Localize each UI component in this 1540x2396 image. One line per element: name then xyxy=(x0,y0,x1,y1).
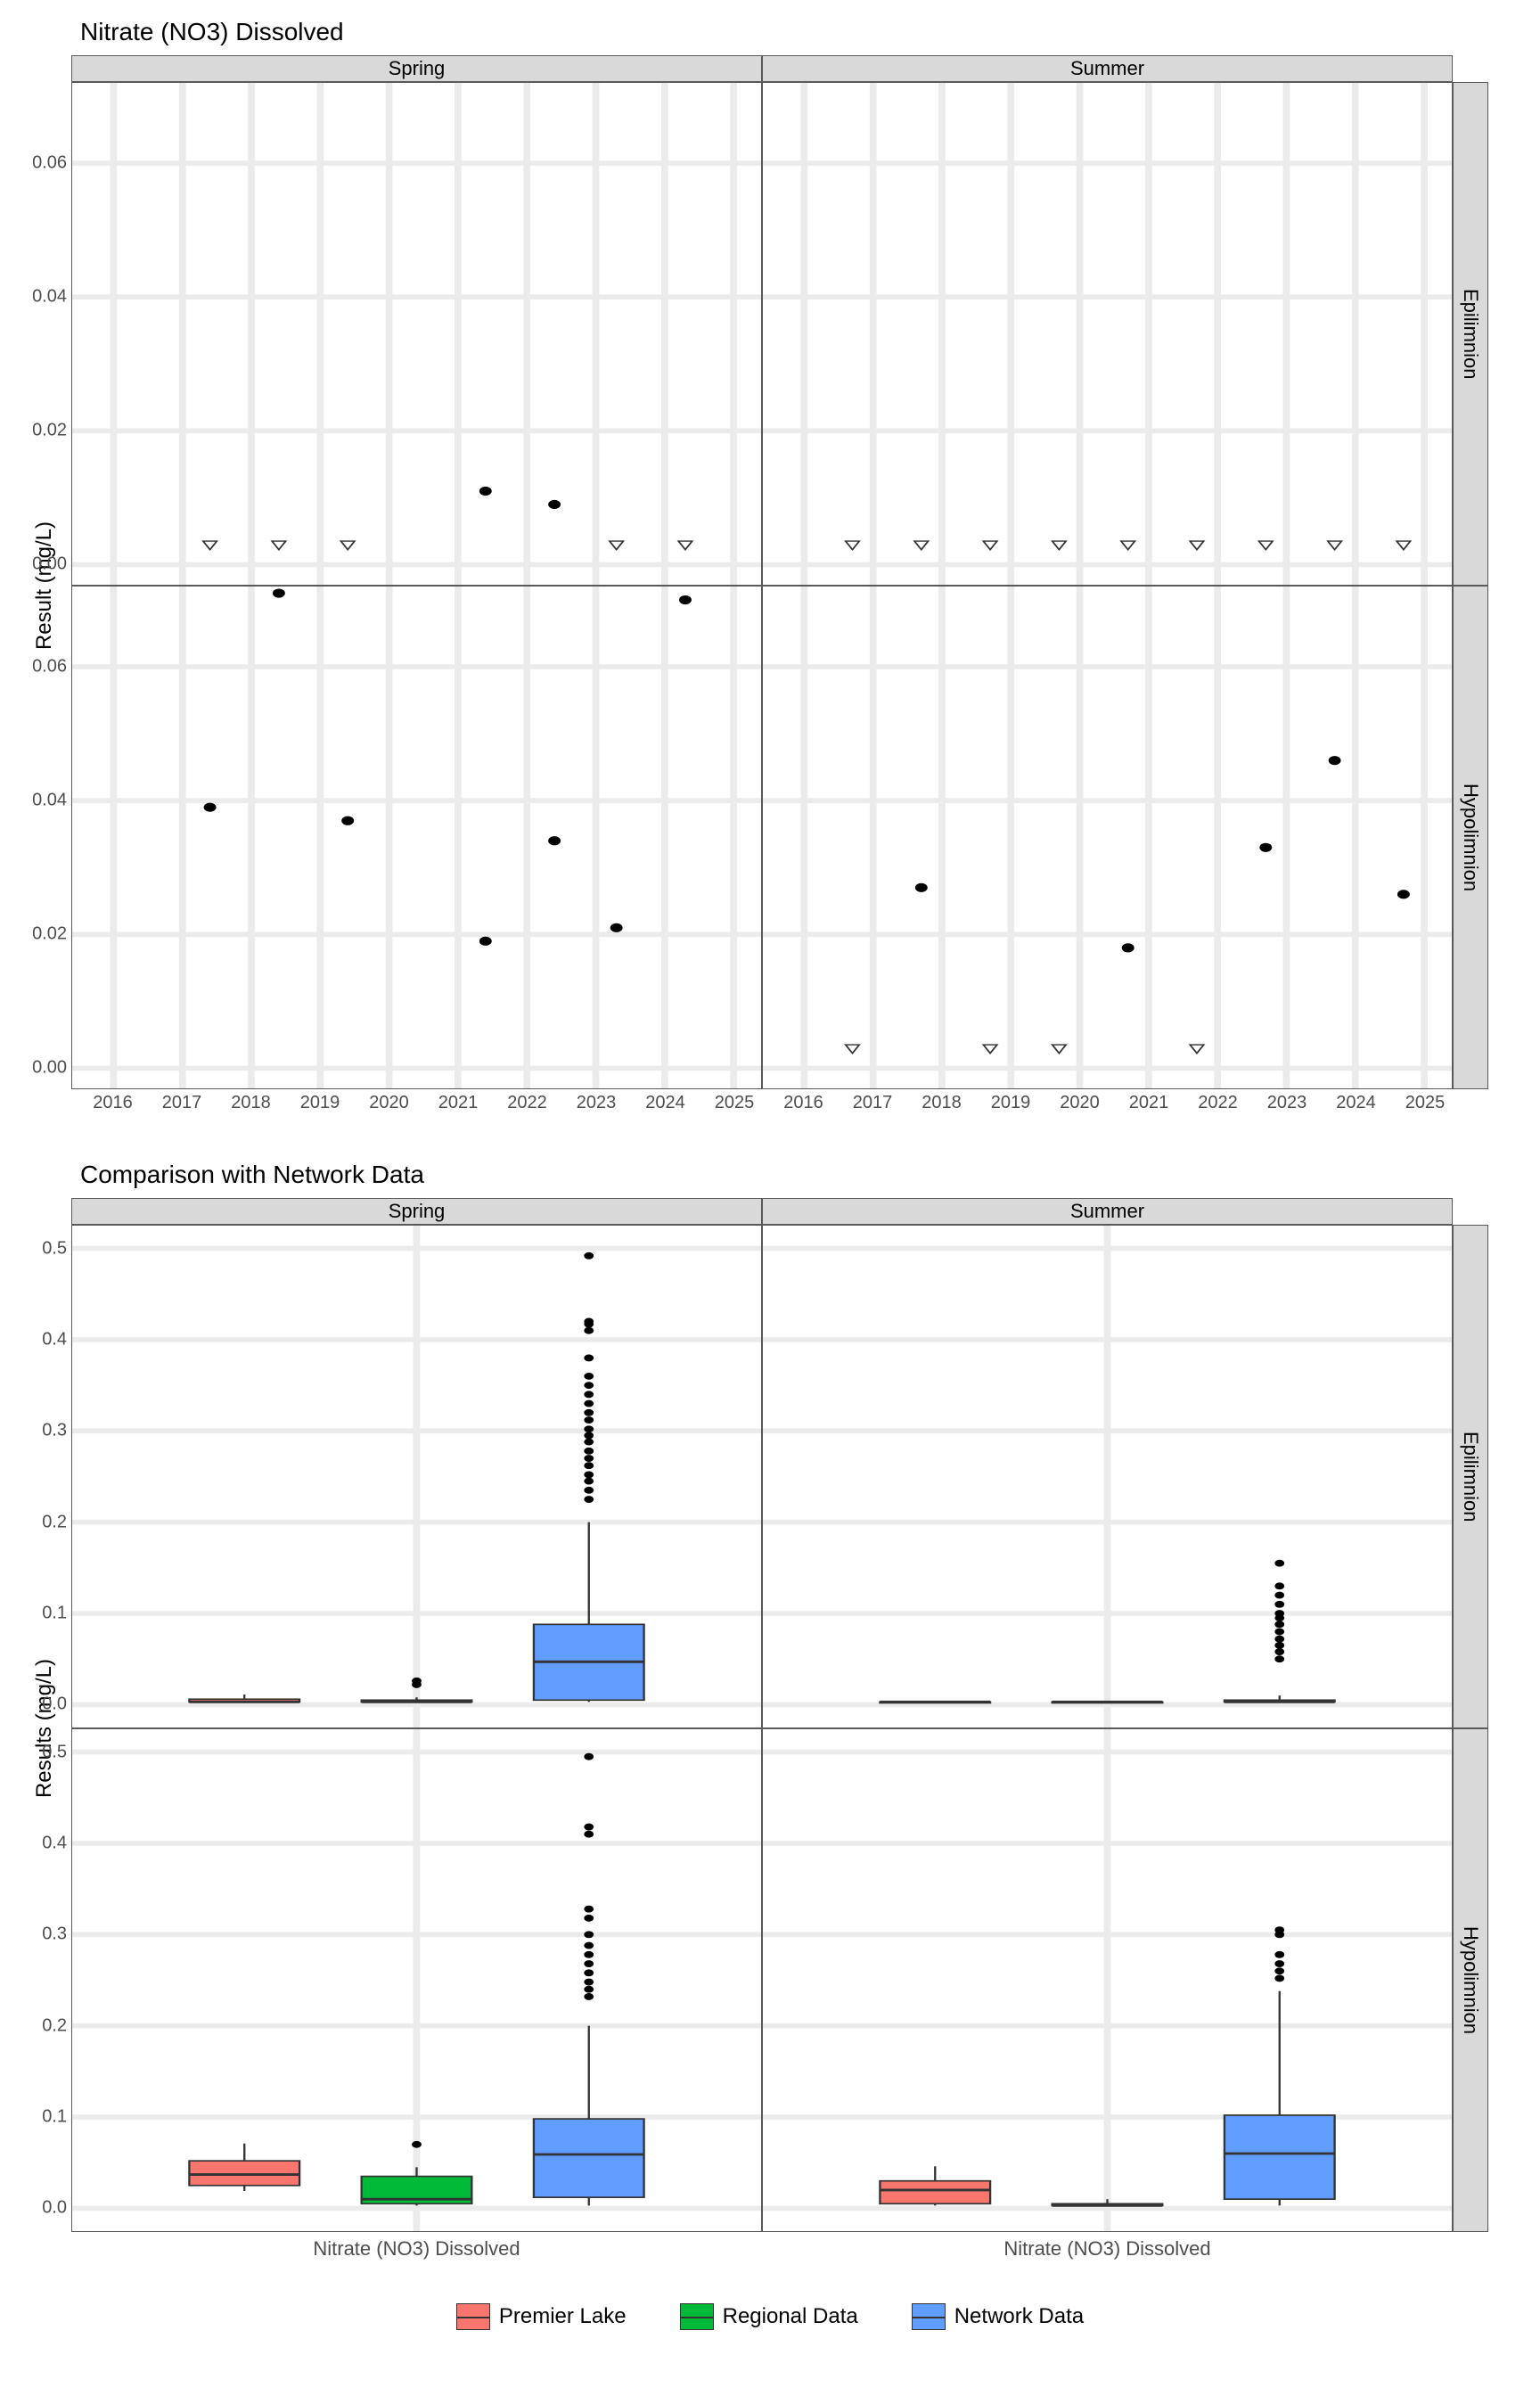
panel-summer-epi xyxy=(762,82,1453,586)
legend-key-regional xyxy=(680,2303,714,2330)
col-strip-spring-b: Spring xyxy=(71,1198,762,1225)
legend-item-regional: Regional Data xyxy=(680,2303,858,2330)
x-axis-top: 2016201720182019202020212022202320242025… xyxy=(71,1089,1453,1125)
legend-key-premier xyxy=(456,2303,490,2330)
panel-summer-hypo-b xyxy=(762,1728,1453,2232)
col-strip-spring: Spring xyxy=(71,55,762,82)
col-strip-summer-b: Summer xyxy=(762,1198,1453,1225)
panel-summer-hypo xyxy=(762,586,1453,1089)
chart-title-bottom: Comparison with Network Data xyxy=(80,1161,1522,1189)
row-strip-epi-b: Epilimnion xyxy=(1453,1225,1488,1728)
facet-grid-top: Spring Summer Result (mg/L) 0.000.020.04… xyxy=(18,55,1488,1125)
panel-spring-hypo-b: 0.00.10.20.30.40.5 xyxy=(71,1728,762,2232)
legend-label-premier: Premier Lake xyxy=(499,2304,627,2329)
row-strip-hypo-b: Hypolimnion xyxy=(1453,1728,1488,2232)
x-axis-bottom: Nitrate (NO3) Dissolved Nitrate (NO3) Di… xyxy=(71,2232,1453,2268)
panel-spring-hypo: 0.000.020.040.06 xyxy=(71,586,762,1089)
legend-item-network: Network Data xyxy=(912,2303,1084,2330)
legend-label-regional: Regional Data xyxy=(723,2304,858,2329)
panel-spring-epi-b: 0.00.10.20.30.40.5 xyxy=(71,1225,762,1728)
panel-spring-epi: 0.000.020.040.06 xyxy=(71,82,762,586)
legend-key-network xyxy=(912,2303,946,2330)
panel-summer-epi-b xyxy=(762,1225,1453,1728)
col-strip-summer: Summer xyxy=(762,55,1453,82)
legend-label-network: Network Data xyxy=(954,2304,1084,2329)
row-strip-epi: Epilimnion xyxy=(1453,82,1488,586)
facet-grid-bottom: Spring Summer Results (mg/L) 0.00.10.20.… xyxy=(18,1198,1488,2268)
row-strip-hypo: Hypolimnion xyxy=(1453,586,1488,1089)
legend: Premier Lake Regional Data Network Data xyxy=(18,2303,1522,2330)
chart-title-top: Nitrate (NO3) Dissolved xyxy=(80,18,1522,46)
legend-item-premier: Premier Lake xyxy=(456,2303,627,2330)
